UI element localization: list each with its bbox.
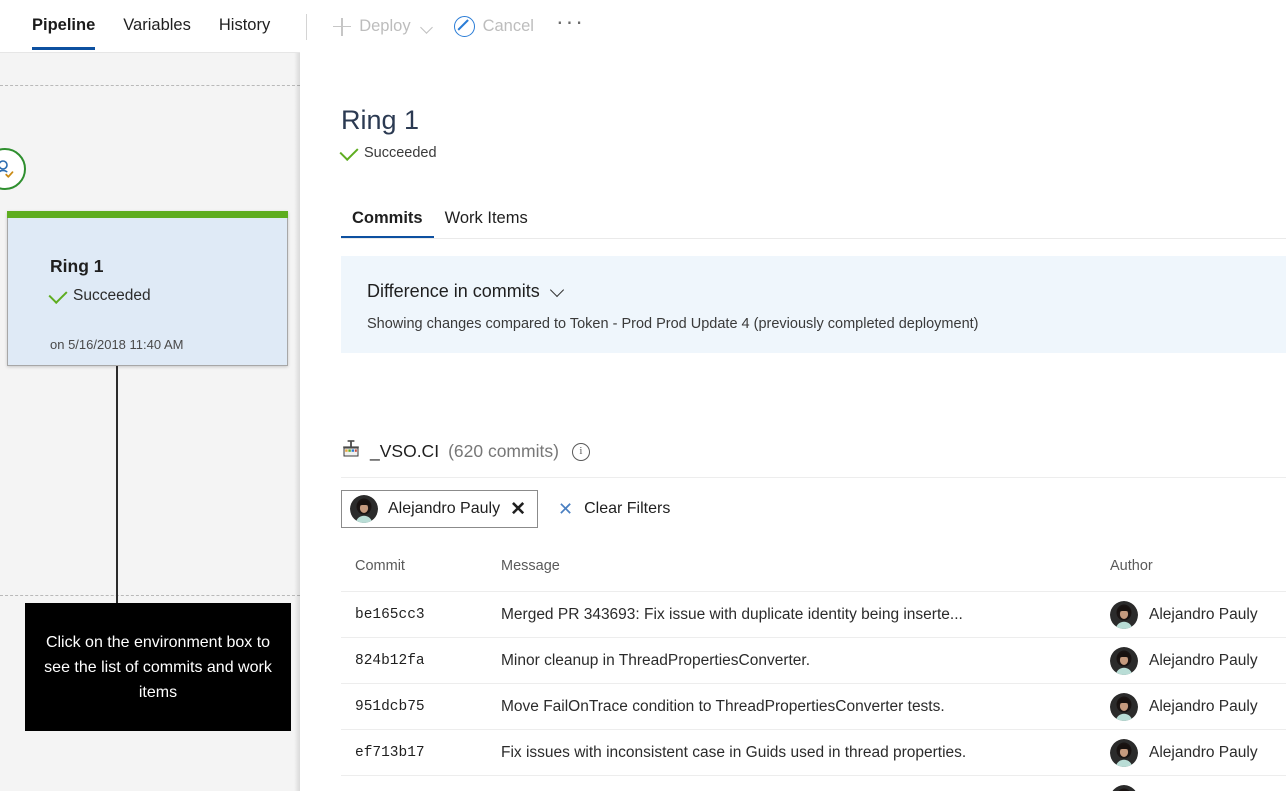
pre-deployment-approval-icon[interactable] xyxy=(0,148,26,190)
table-row[interactable]: 824b12fa Minor cleanup in ThreadPropertie… xyxy=(341,638,1286,684)
tab-work-items[interactable]: Work Items xyxy=(434,209,539,239)
commit-author-name: Alejandro Pauly xyxy=(1149,743,1258,761)
avatar xyxy=(1110,784,1138,791)
commit-author-name: Alejandro Pauly xyxy=(1149,651,1258,669)
page-title: Ring 1 xyxy=(341,105,420,135)
tab-commits[interactable]: Commits xyxy=(341,209,434,239)
environment-card-date: on 5/16/2018 11:40 AM xyxy=(50,337,184,352)
repository-row: _VSO.CI (620 commits) i xyxy=(341,439,590,464)
tab-work-items-label: Work Items xyxy=(444,209,528,227)
tab-pipeline-label: Pipeline xyxy=(32,16,96,34)
deploy-button-label: Deploy xyxy=(359,17,411,35)
commit-author: Alejandro Pauly xyxy=(1100,646,1286,675)
repository-commit-count: (620 commits) xyxy=(448,441,559,461)
column-header-author: Author xyxy=(1110,558,1153,574)
commit-message: Minor cleanup in ThreadPropertiesConvert… xyxy=(501,651,811,669)
tab-history[interactable]: History xyxy=(205,0,284,53)
close-icon: ✕ xyxy=(558,499,574,519)
commit-message: Merged PR 343693: Fix issue with duplica… xyxy=(501,605,963,623)
commit-author: Alejandro Pauly xyxy=(1100,692,1286,721)
commit-hash[interactable]: 951dcb75 xyxy=(341,699,491,715)
check-icon xyxy=(48,284,68,304)
plus-icon xyxy=(333,17,352,36)
commit-author: Alejandro Pauly xyxy=(1100,784,1286,791)
more-options-button[interactable]: ··· xyxy=(544,0,597,53)
details-tabs-border xyxy=(341,238,1286,239)
close-icon[interactable]: ✕ xyxy=(510,500,526,519)
deploy-button[interactable]: Deploy xyxy=(323,0,443,53)
page-status-label: Succeeded xyxy=(364,145,437,161)
avatar xyxy=(1110,692,1138,721)
avatar xyxy=(350,495,378,523)
difference-in-commits-toggle[interactable]: Difference in commits xyxy=(367,281,565,302)
cancel-button-label: Cancel xyxy=(482,17,534,35)
table-row[interactable]: be165cc3 Merged PR 343693: Fix issue with… xyxy=(341,591,1286,638)
environment-card-status: Succeeded xyxy=(48,284,151,305)
commits-table: Commit Message Author be165cc3 Merged PR … xyxy=(341,558,1286,791)
avatar xyxy=(1110,738,1138,767)
avatar xyxy=(1110,600,1138,629)
commit-author: Alejandro Pauly xyxy=(1100,600,1286,629)
commit-message: Move FailOnTrace condition to ThreadProp… xyxy=(501,697,945,715)
instruction-callout: Click on the environment box to see the … xyxy=(25,603,291,731)
column-header-message: Message xyxy=(501,558,560,574)
avatar xyxy=(1110,646,1138,675)
filter-row: Alejandro Pauly ✕ ✕ Clear Filters xyxy=(341,490,670,528)
cancel-icon xyxy=(453,16,475,37)
author-filter-chip-label: Alejandro Pauly xyxy=(388,500,501,517)
commit-author-name: Alejandro Pauly xyxy=(1149,605,1258,623)
details-panel: Ring 1 Succeeded Commits Work Items Diff… xyxy=(300,53,1286,791)
difference-in-commits-subtitle: Showing changes compared to Token - Prod… xyxy=(367,316,979,332)
environment-card-status-bar xyxy=(7,211,288,218)
commits-table-header: Commit Message Author xyxy=(341,558,1286,591)
tab-commits-label: Commits xyxy=(352,209,423,227)
repository-name: _VSO.CI xyxy=(370,441,440,461)
author-filter-chip[interactable]: Alejandro Pauly ✕ xyxy=(341,490,538,528)
commit-hash[interactable]: ef713b17 xyxy=(341,745,491,761)
difference-in-commits-banner: Difference in commits Showing changes co… xyxy=(341,256,1286,353)
environment-card-ring-1[interactable]: Ring 1 Succeeded on 5/16/2018 11:40 AM xyxy=(7,211,288,366)
pipeline-connector-line xyxy=(116,366,118,603)
commit-author: Alejandro Pauly xyxy=(1100,738,1286,767)
clear-filters-label: Clear Filters xyxy=(584,500,671,517)
details-tabs: Commits Work Items xyxy=(341,201,539,239)
table-row[interactable]: 951dcb75 Move FailOnTrace condition to Th… xyxy=(341,684,1286,730)
table-row[interactable]: 093bb8b0Add tests to verify whether or n… xyxy=(341,776,1286,791)
environment-card-status-label: Succeeded xyxy=(73,287,151,304)
repository-icon xyxy=(341,439,361,464)
table-row[interactable]: ef713b17 Fix issues with inconsistent cas… xyxy=(341,730,1286,776)
tab-pipeline[interactable]: Pipeline xyxy=(18,0,109,53)
commit-hash[interactable]: 824b12fa xyxy=(341,653,491,669)
pipeline-canvas-panel: Ring 1 Succeeded on 5/16/2018 11:40 AM C… xyxy=(0,53,300,791)
chevron-down-icon xyxy=(551,285,565,299)
tab-variables-label: Variables xyxy=(123,16,191,34)
tab-history-label: History xyxy=(218,16,271,34)
difference-in-commits-label: Difference in commits xyxy=(367,281,540,301)
chevron-down-icon xyxy=(421,23,434,31)
commits-table-body: be165cc3 Merged PR 343693: Fix issue with… xyxy=(341,591,1286,791)
cancel-button[interactable]: Cancel xyxy=(444,0,544,53)
page-status: Succeeded xyxy=(339,141,437,161)
check-icon xyxy=(339,141,359,161)
toolbar: Pipeline Variables History Deploy Cancel… xyxy=(0,0,1286,53)
info-icon[interactable]: i xyxy=(571,442,590,461)
tab-variables[interactable]: Variables xyxy=(109,0,205,53)
commit-message: Fix issues with inconsistent case in Gui… xyxy=(501,743,967,761)
clear-filters-button[interactable]: ✕ Clear Filters xyxy=(558,500,670,518)
environment-card-name: Ring 1 xyxy=(50,256,104,276)
commit-author-name: Alejandro Pauly xyxy=(1149,697,1258,715)
commit-hash[interactable]: be165cc3 xyxy=(341,607,491,623)
toolbar-divider xyxy=(306,13,308,40)
canvas-dashed-divider-top xyxy=(0,85,300,86)
repository-divider xyxy=(341,477,1286,478)
canvas-dashed-divider-bottom xyxy=(0,595,300,596)
column-header-commit: Commit xyxy=(355,558,405,574)
